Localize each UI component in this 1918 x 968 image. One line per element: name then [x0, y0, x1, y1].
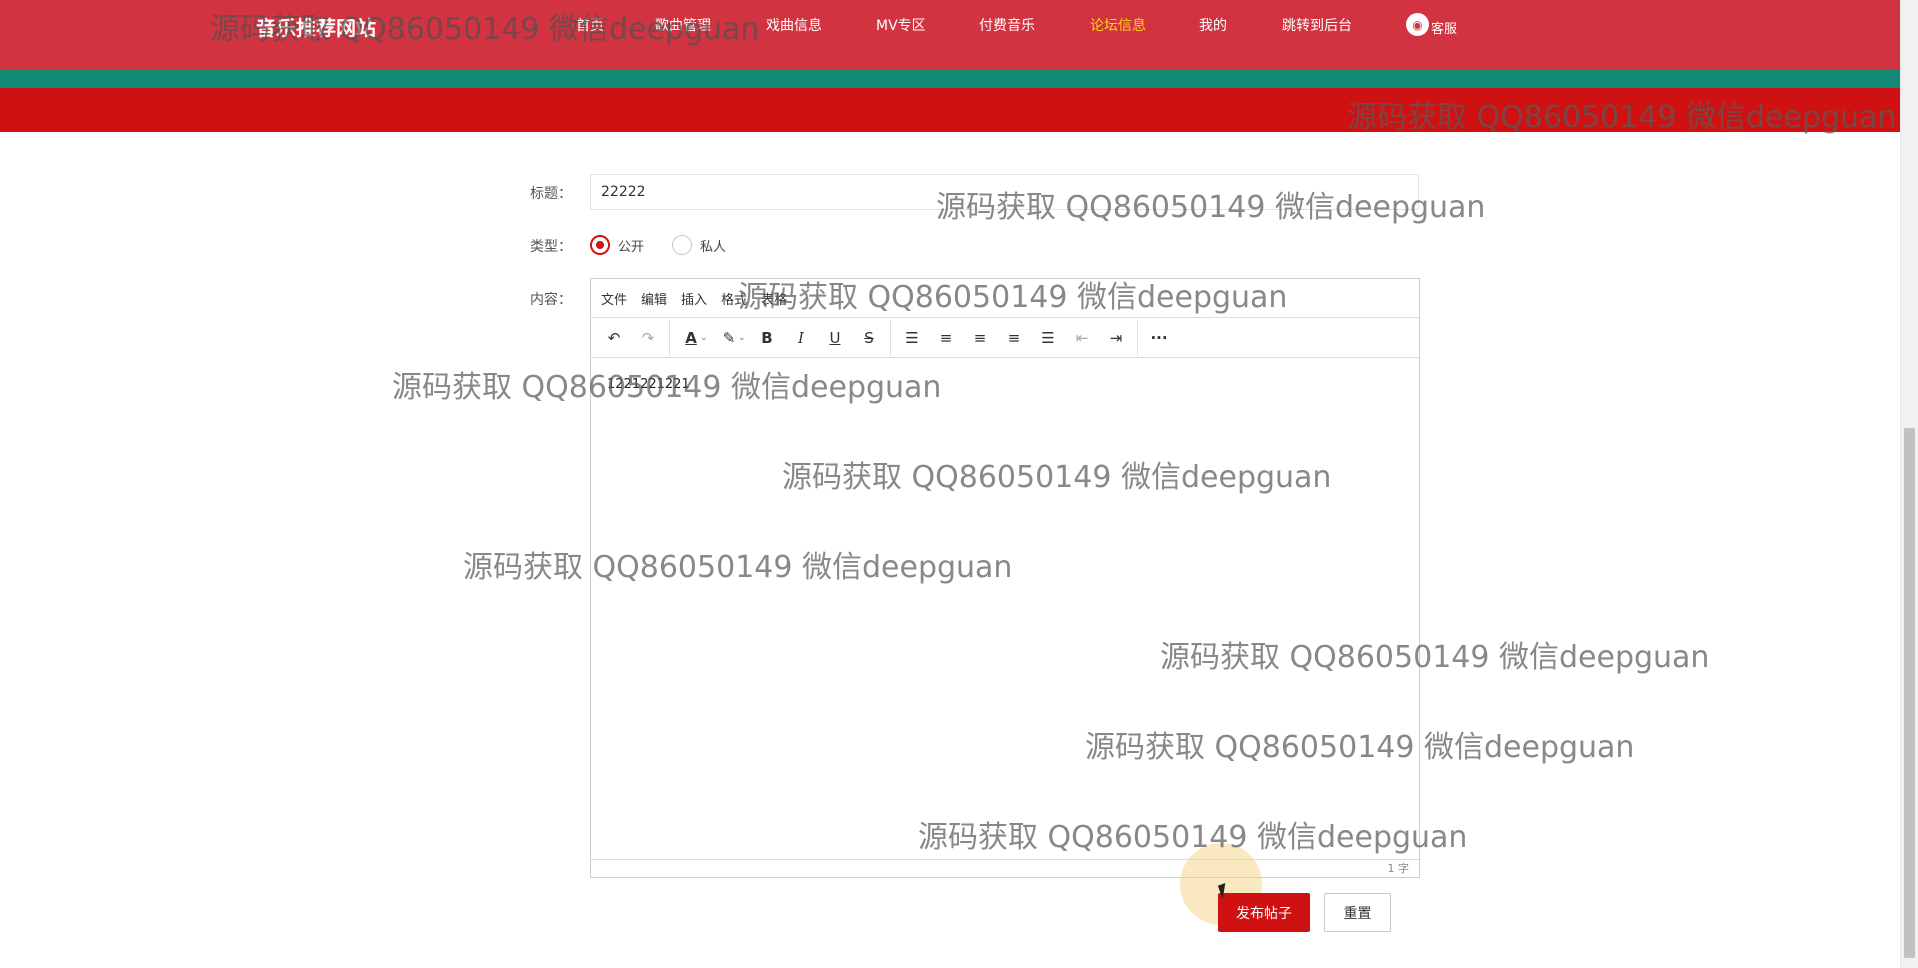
chevron-down-icon[interactable]: ⌄: [700, 333, 712, 343]
type-label: 类型：: [530, 239, 572, 255]
teal-strip: [0, 69, 1900, 88]
italic-icon[interactable]: I: [784, 321, 818, 355]
radio-public[interactable]: 公开: [590, 235, 644, 255]
scroll-thumb[interactable]: [1904, 428, 1915, 958]
bold-icon[interactable]: B: [750, 321, 784, 355]
radio-checked-icon[interactable]: [590, 235, 610, 255]
toolbar-divider: [890, 319, 891, 356]
radio-public-label: 公开: [618, 239, 645, 255]
editor-paragraph[interactable]: 1221221221: [607, 377, 1403, 392]
undo-icon[interactable]: ↶: [597, 321, 631, 355]
toolbar-divider: [669, 319, 670, 356]
nav-item-backend[interactable]: 跳转到后台: [1282, 15, 1352, 35]
nav-item-mine[interactable]: 我的: [1199, 15, 1227, 35]
editor-statusbar: 1 字: [591, 859, 1419, 877]
nav-item-paid-music[interactable]: 付费音乐: [979, 15, 1035, 35]
nav-item-mv[interactable]: MV专区: [876, 15, 926, 35]
editor-menubar: 文件 编辑 插入 格式 表格: [591, 279, 1419, 318]
site-title[interactable]: 音乐推荐网站: [256, 12, 376, 41]
word-count: 1 字: [1387, 862, 1410, 875]
nav-item-home[interactable]: 首页: [576, 15, 604, 35]
outdent-icon[interactable]: ⇤: [1065, 321, 1099, 355]
align-center-icon[interactable]: ≡: [963, 321, 997, 355]
align-left-icon[interactable]: ≡: [929, 321, 963, 355]
content-label: 内容：: [530, 292, 572, 308]
page-scrollbar[interactable]: [1900, 0, 1918, 968]
strikethrough-icon[interactable]: S: [852, 321, 886, 355]
rich-text-editor: 文件 编辑 插入 格式 表格 ↶ ↷ A ⌄ ✎ ⌄ B I U S ☰ ≡ ≡…: [590, 278, 1420, 878]
more-icon[interactable]: ···: [1142, 321, 1176, 355]
align-justify-icon[interactable]: ☰: [1031, 321, 1065, 355]
title-label: 标题：: [530, 186, 572, 202]
nav-item-opera[interactable]: 戏曲信息: [766, 15, 822, 35]
title-input[interactable]: [590, 174, 1419, 210]
indent-icon[interactable]: ⇥: [1099, 321, 1133, 355]
radio-private-label: 私人: [700, 239, 727, 255]
nav-item-songs[interactable]: 歌曲管理: [655, 15, 711, 35]
menu-table[interactable]: 表格: [761, 289, 787, 308]
red-banner: [0, 88, 1900, 132]
editor-toolbar: ↶ ↷ A ⌄ ✎ ⌄ B I U S ☰ ≡ ≡ ≡ ☰ ⇤ ⇥ ···: [591, 318, 1419, 358]
radio-unchecked-icon[interactable]: [672, 235, 692, 255]
reset-button[interactable]: 重置: [1324, 893, 1391, 932]
nav-item-customer-service[interactable]: 客服: [1431, 18, 1457, 37]
chevron-down-icon[interactable]: ⌄: [738, 333, 750, 343]
radio-private[interactable]: 私人: [672, 235, 726, 255]
menu-edit[interactable]: 编辑: [641, 289, 667, 308]
menu-file[interactable]: 文件: [601, 289, 627, 308]
top-navbar: 音乐推荐网站 首页 歌曲管理 戏曲信息 MV专区 付费音乐 论坛信息 我的 跳转…: [0, 0, 1900, 69]
underline-icon[interactable]: U: [818, 321, 852, 355]
redo-icon[interactable]: ↷: [631, 321, 665, 355]
editor-content[interactable]: 1221221221: [591, 359, 1419, 839]
align-right-icon[interactable]: ≡: [997, 321, 1031, 355]
wechat-icon[interactable]: ◉: [1406, 13, 1429, 36]
nav-item-forum[interactable]: 论坛信息: [1090, 15, 1146, 35]
line-height-icon[interactable]: ☰: [895, 321, 929, 355]
toolbar-divider: [1137, 319, 1138, 356]
submit-post-button[interactable]: 发布帖子: [1218, 893, 1310, 932]
menu-format[interactable]: 格式: [721, 289, 747, 308]
menu-insert[interactable]: 插入: [681, 289, 707, 308]
